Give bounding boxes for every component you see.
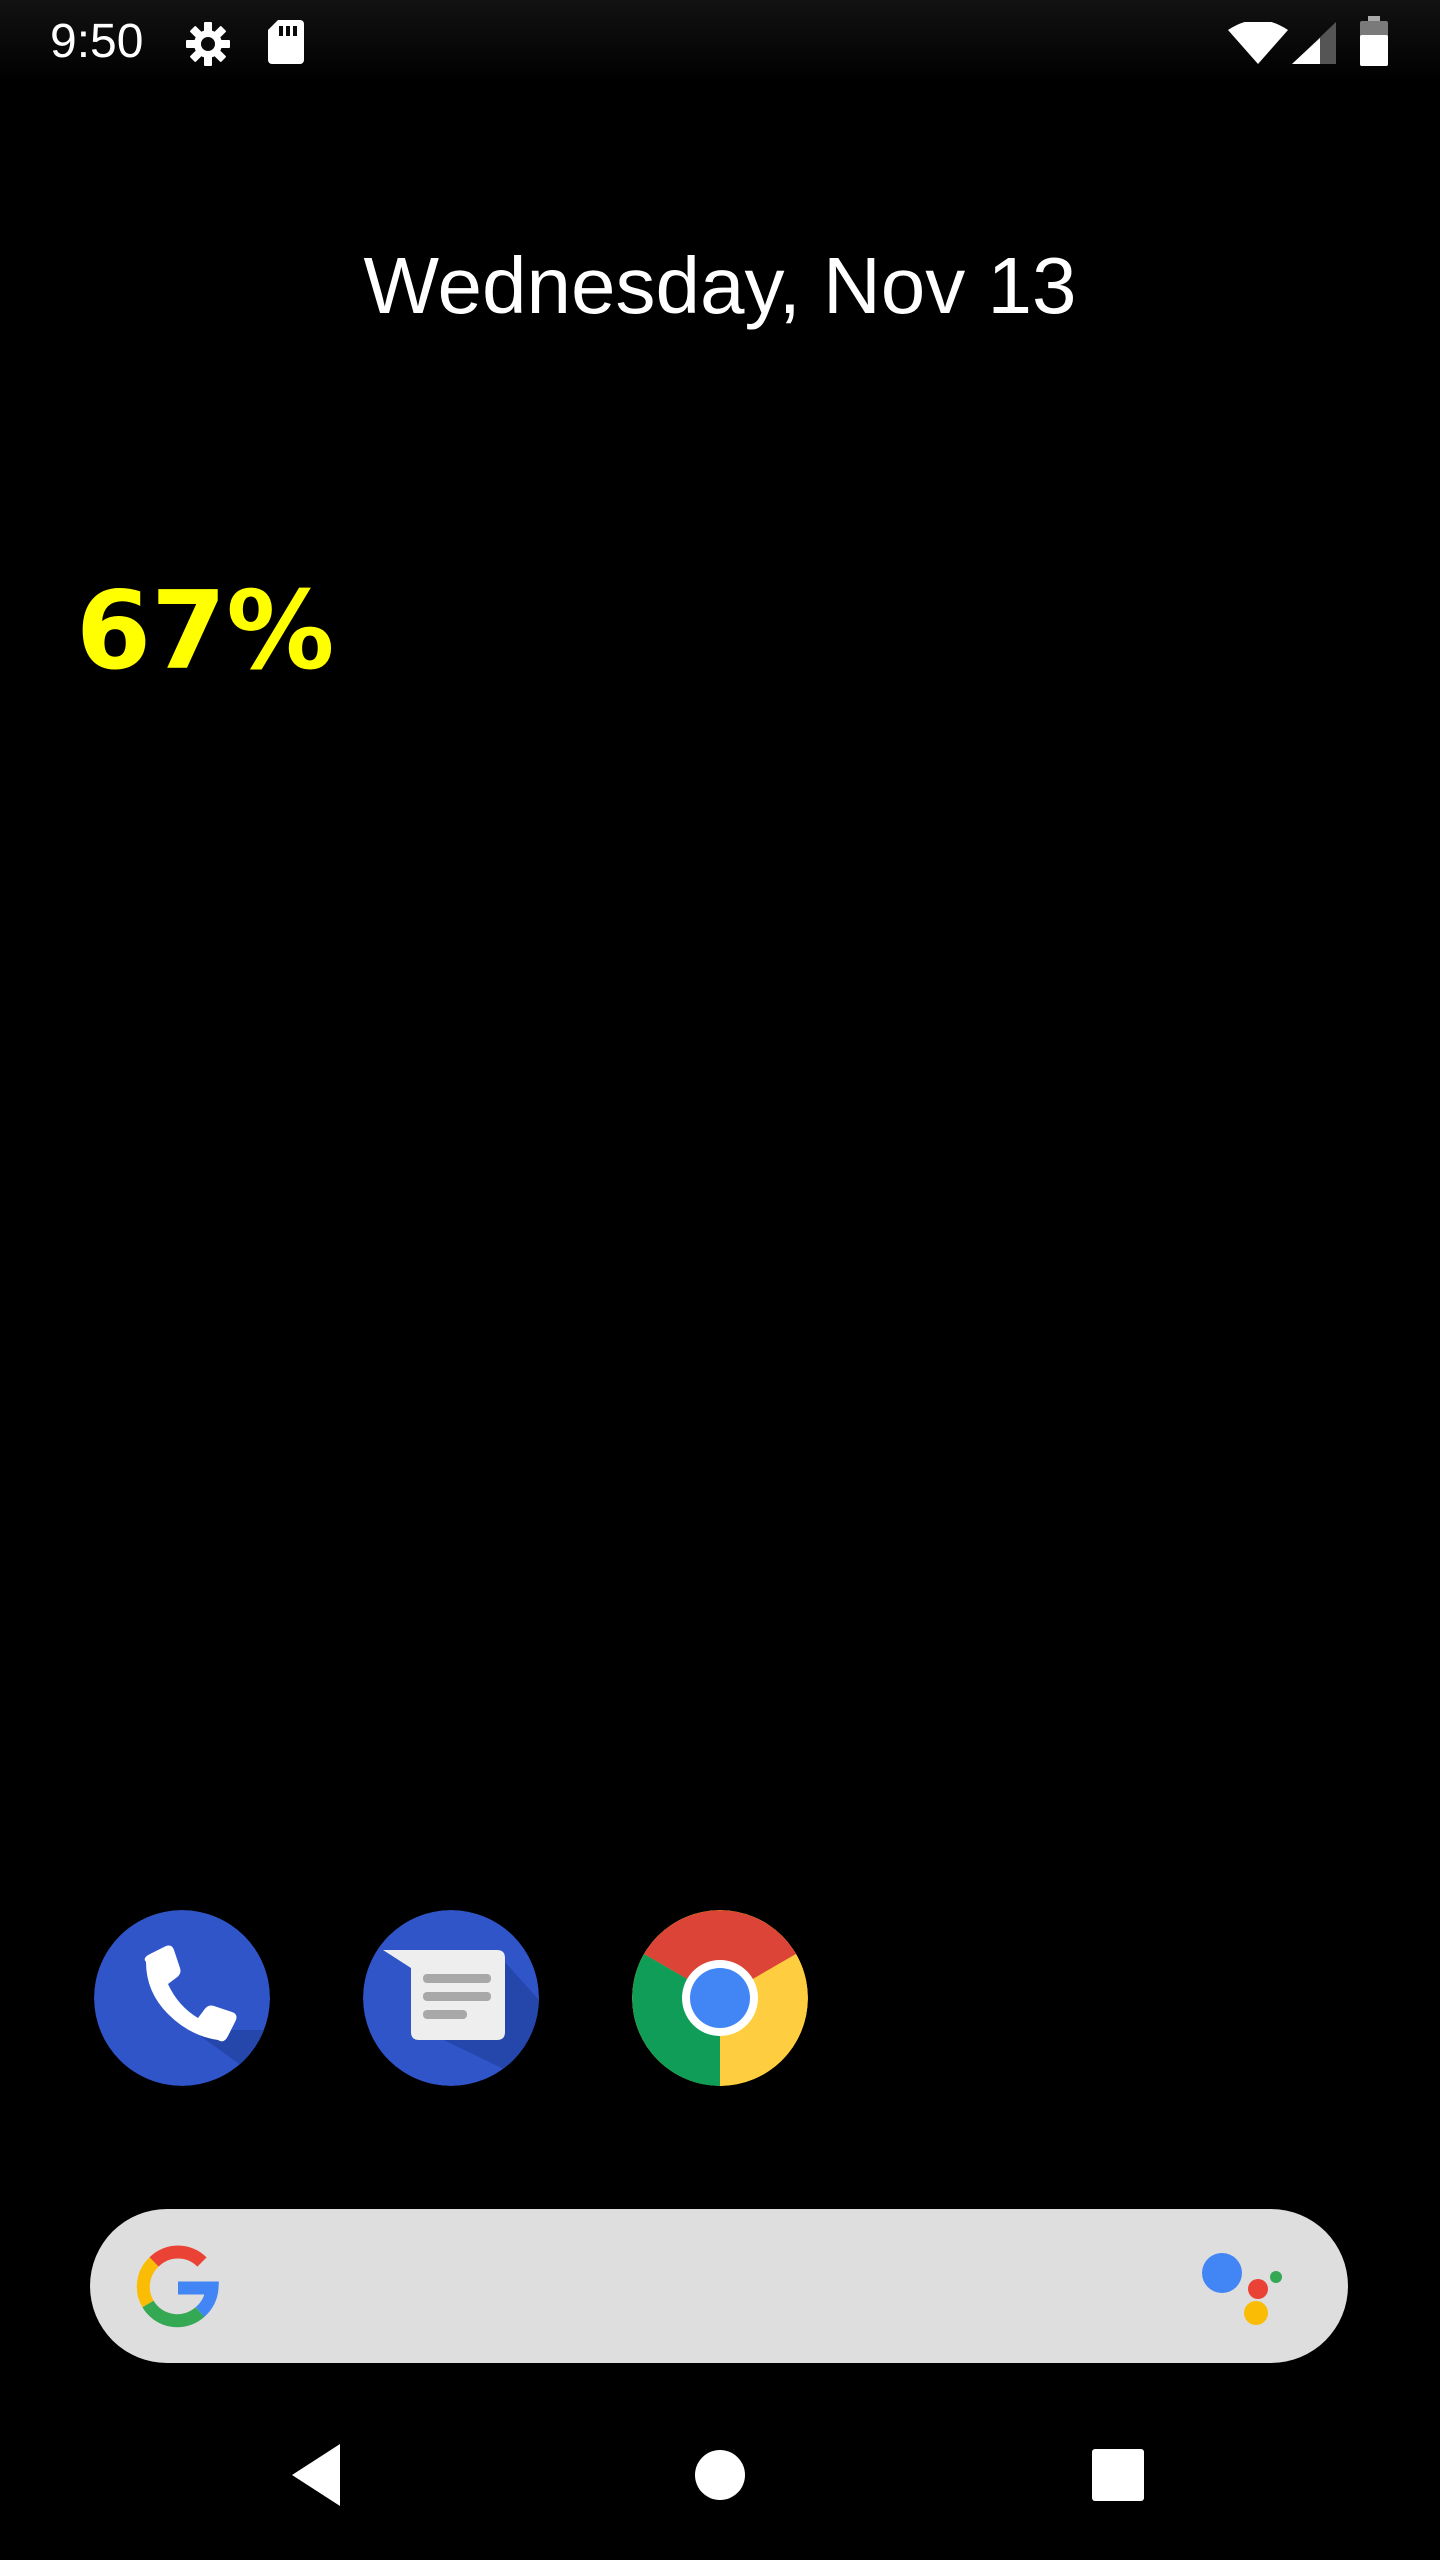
home-icon [695,2450,745,2500]
google-search-bar[interactable] [90,2209,1348,2363]
chrome-app-icon[interactable] [632,1910,808,2086]
status-time: 9:50 [50,15,144,68]
nav-home-button[interactable] [675,2430,765,2520]
phone-icon [94,1910,270,2086]
status-bar: 9:50 [0,0,1440,84]
nav-recents-button[interactable] [1073,2430,1163,2520]
wifi-icon [1228,20,1288,69]
messages-icon [363,1910,539,2086]
recents-icon [1092,2449,1144,2501]
nav-back-button[interactable] [276,2430,366,2520]
messages-app-icon[interactable] [363,1910,539,2086]
signal-icon [1292,22,1336,69]
battery-icon [1360,16,1388,71]
phone-app-icon[interactable] [94,1910,270,2086]
home-date[interactable]: Wednesday, Nov 13 [0,236,1440,336]
sd-card-icon [266,18,306,71]
battery-percentage-widget[interactable]: 67% [76,570,335,694]
chrome-icon [632,1910,808,2086]
google-assistant-icon[interactable] [1202,2249,1292,2334]
gear-icon [184,20,232,73]
back-icon [292,2444,340,2506]
google-g-icon[interactable] [136,2244,220,2333]
